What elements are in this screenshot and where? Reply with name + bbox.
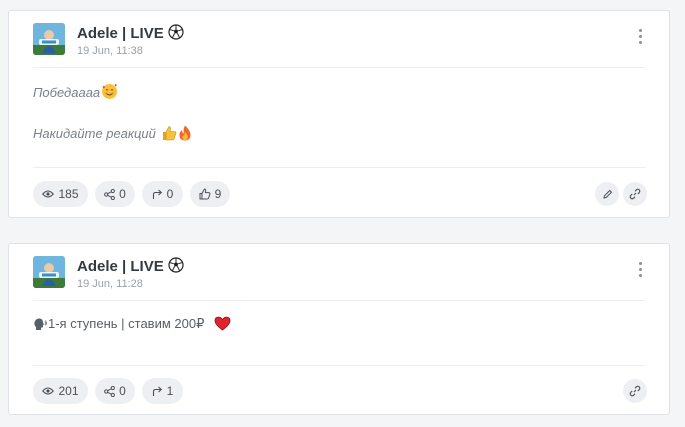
post-header: Adele | LIVE 19 Jun, 11:28 bbox=[33, 256, 645, 290]
soccer-ball-icon bbox=[168, 24, 184, 44]
forwards-count: 1 bbox=[166, 384, 174, 398]
link-icon bbox=[629, 385, 641, 397]
post-footer: 185 0 0 9 bbox=[33, 181, 647, 207]
forwards-count: 0 bbox=[166, 187, 174, 201]
forward-arrow-icon bbox=[152, 386, 162, 396]
avatar[interactable] bbox=[33, 23, 65, 55]
forwards-counter[interactable]: 0 bbox=[142, 181, 183, 207]
post-text: 1-я ступень | ставим 200₽ bbox=[48, 316, 205, 331]
smiling-face-with-hearts-icon bbox=[101, 83, 118, 103]
views-counter[interactable]: 201 bbox=[33, 378, 88, 404]
edit-button[interactable] bbox=[595, 182, 619, 206]
soccer-ball-icon bbox=[168, 257, 184, 277]
post-card: Adele | LIVE 19 Jun, 11:28 1-я ступень |… bbox=[8, 243, 670, 415]
forward-arrow-icon bbox=[152, 189, 162, 199]
shares-count: 0 bbox=[119, 187, 126, 201]
views-counter[interactable]: 185 bbox=[33, 181, 88, 207]
link-icon bbox=[629, 188, 641, 200]
thumbs-up-icon bbox=[199, 188, 211, 200]
thumbs-up-emoji-icon bbox=[161, 125, 177, 144]
more-vertical-icon[interactable] bbox=[635, 262, 645, 282]
avatar[interactable] bbox=[33, 256, 65, 288]
post-card: Adele | LIVE 19 Jun, 11:38 Победаааа Нак… bbox=[8, 10, 670, 218]
eye-icon bbox=[42, 190, 55, 198]
divider bbox=[33, 300, 645, 301]
shares-count: 0 bbox=[119, 384, 126, 398]
post-text: Накидайте реакций bbox=[33, 126, 156, 141]
divider bbox=[33, 67, 645, 68]
post-footer: 201 0 1 bbox=[33, 378, 647, 404]
reactions-counter[interactable]: 9 bbox=[190, 181, 230, 207]
more-vertical-icon[interactable] bbox=[635, 29, 645, 49]
shares-counter[interactable]: 0 bbox=[95, 181, 135, 207]
post-text-line: Победаааа bbox=[33, 83, 118, 103]
post-date: 19 Jun, 11:38 bbox=[77, 45, 143, 57]
copy-link-button[interactable] bbox=[623, 182, 647, 206]
forwards-counter[interactable]: 1 bbox=[142, 378, 183, 404]
post-text: Победаааа bbox=[33, 85, 101, 100]
pencil-icon bbox=[602, 189, 612, 199]
shares-counter[interactable]: 0 bbox=[95, 378, 135, 404]
share-icon bbox=[104, 385, 116, 397]
speaking-head-icon bbox=[33, 317, 47, 334]
author-name[interactable]: Adele | LIVE bbox=[77, 24, 184, 44]
author-name-text: Adele | LIVE bbox=[77, 25, 164, 42]
post-text-line: 1-я ступень | ставим 200₽ bbox=[33, 316, 231, 334]
post-date: 19 Jun, 11:28 bbox=[77, 278, 143, 290]
author-name[interactable]: Adele | LIVE bbox=[77, 257, 184, 277]
author-name-text: Adele | LIVE bbox=[77, 258, 164, 275]
divider bbox=[33, 167, 645, 168]
views-count: 185 bbox=[58, 187, 79, 201]
post-text-line: Накидайте реакций bbox=[33, 125, 192, 144]
share-icon bbox=[104, 188, 116, 200]
eye-icon bbox=[42, 387, 55, 395]
views-count: 201 bbox=[58, 384, 79, 398]
reactions-count: 9 bbox=[214, 187, 222, 201]
fire-emoji-icon bbox=[178, 125, 192, 144]
copy-link-button[interactable] bbox=[623, 379, 647, 403]
divider bbox=[33, 365, 645, 366]
post-header: Adele | LIVE 19 Jun, 11:38 bbox=[33, 23, 645, 57]
red-heart-icon bbox=[214, 316, 231, 334]
